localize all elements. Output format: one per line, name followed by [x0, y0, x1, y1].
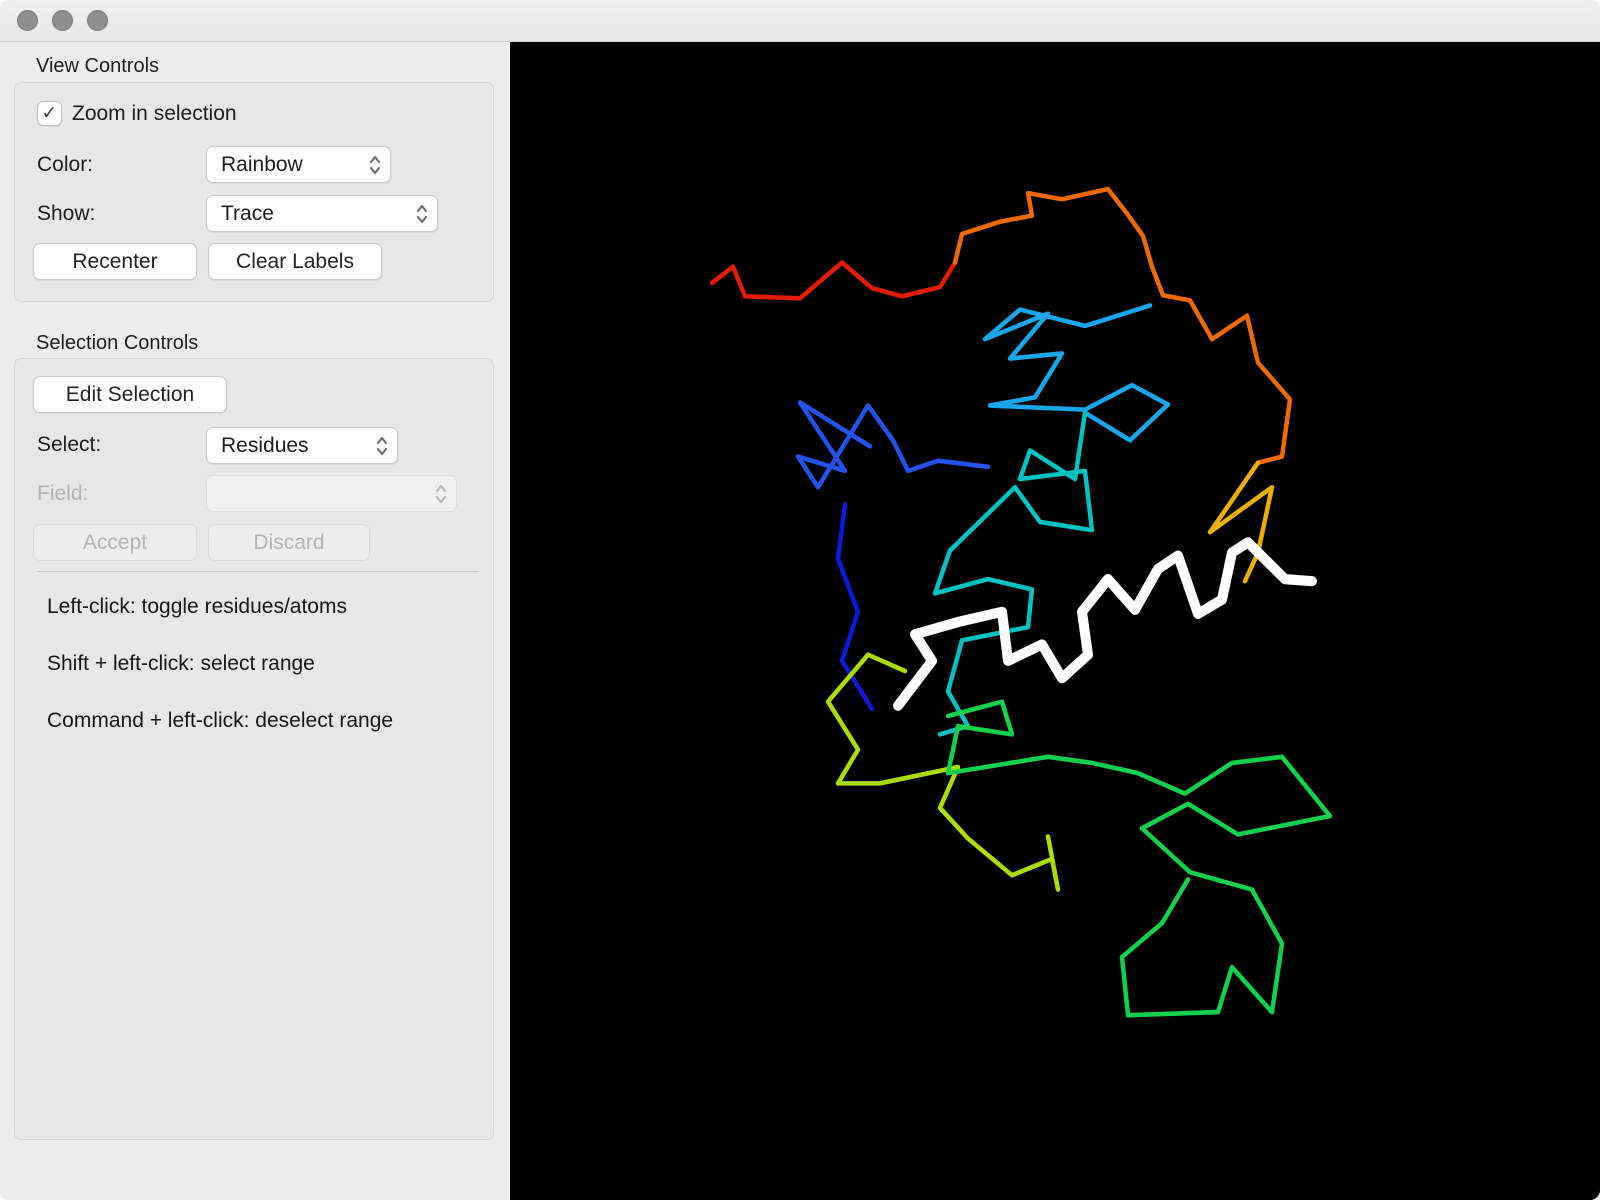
zoom-in-selection-row: ✓ Zoom in selection	[37, 101, 237, 126]
trace-blue[interactable]	[795, 400, 991, 490]
minimize-button[interactable]	[52, 10, 73, 31]
edit-selection-button[interactable]: Edit Selection	[33, 376, 227, 413]
show-label: Show:	[37, 202, 96, 225]
recenter-button[interactable]: Recenter	[33, 243, 197, 280]
selection-controls-group: Edit Selection Select: Residues Field: A…	[14, 358, 494, 1140]
app-window: View Controls ✓ Zoom in selection Color:…	[0, 0, 1600, 1200]
color-dropdown-value: Rainbow	[221, 152, 303, 176]
checkmark-icon: ✓	[41, 103, 58, 124]
select-label: Select:	[37, 433, 102, 456]
selection-controls-title: Selection Controls	[36, 332, 199, 354]
accept-button: Accept	[33, 524, 197, 561]
show-dropdown[interactable]: Trace	[206, 195, 438, 232]
sidebar: View Controls ✓ Zoom in selection Color:…	[0, 42, 510, 1200]
discard-button: Discard	[208, 524, 370, 561]
view-controls-title: View Controls	[36, 55, 160, 77]
trace-green[interactable]	[945, 699, 1333, 1018]
view-controls-group: ✓ Zoom in selection Color: Rainbow Show:	[14, 82, 494, 302]
show-dropdown-value: Trace	[221, 201, 274, 225]
titlebar[interactable]	[0, 0, 1600, 42]
zoom-in-selection-checkbox[interactable]: ✓	[37, 101, 62, 126]
help-command-left-click: Command + left-click: deselect range	[47, 709, 394, 732]
zoom-in-selection-label: Zoom in selection	[72, 101, 237, 125]
select-dropdown[interactable]: Residues	[206, 427, 398, 464]
molecule-svg[interactable]	[510, 42, 1600, 1200]
chevron-up-down-icon	[375, 434, 389, 458]
field-label: Field:	[37, 482, 89, 505]
clear-labels-button[interactable]: Clear Labels	[208, 243, 382, 280]
divider	[37, 571, 479, 572]
help-shift-left-click: Shift + left-click: select range	[47, 652, 315, 675]
chevron-up-down-icon	[368, 153, 382, 177]
trace-dark-blue[interactable]	[835, 502, 875, 712]
help-left-click: Left-click: toggle residues/atoms	[47, 595, 347, 618]
select-dropdown-value: Residues	[221, 433, 309, 457]
trace-red[interactable]	[709, 260, 958, 301]
trace-orange[interactable]	[952, 186, 1293, 466]
zoom-window-button[interactable]	[87, 10, 108, 31]
color-dropdown[interactable]: Rainbow	[206, 146, 391, 183]
trace-sky-blue[interactable]	[982, 303, 1171, 443]
color-label: Color:	[37, 153, 94, 176]
close-button[interactable]	[17, 10, 38, 31]
field-dropdown	[206, 475, 457, 512]
chevron-up-down-icon	[434, 482, 448, 506]
molecule-viewer[interactable]	[510, 42, 1600, 1200]
chevron-up-down-icon	[415, 202, 429, 226]
